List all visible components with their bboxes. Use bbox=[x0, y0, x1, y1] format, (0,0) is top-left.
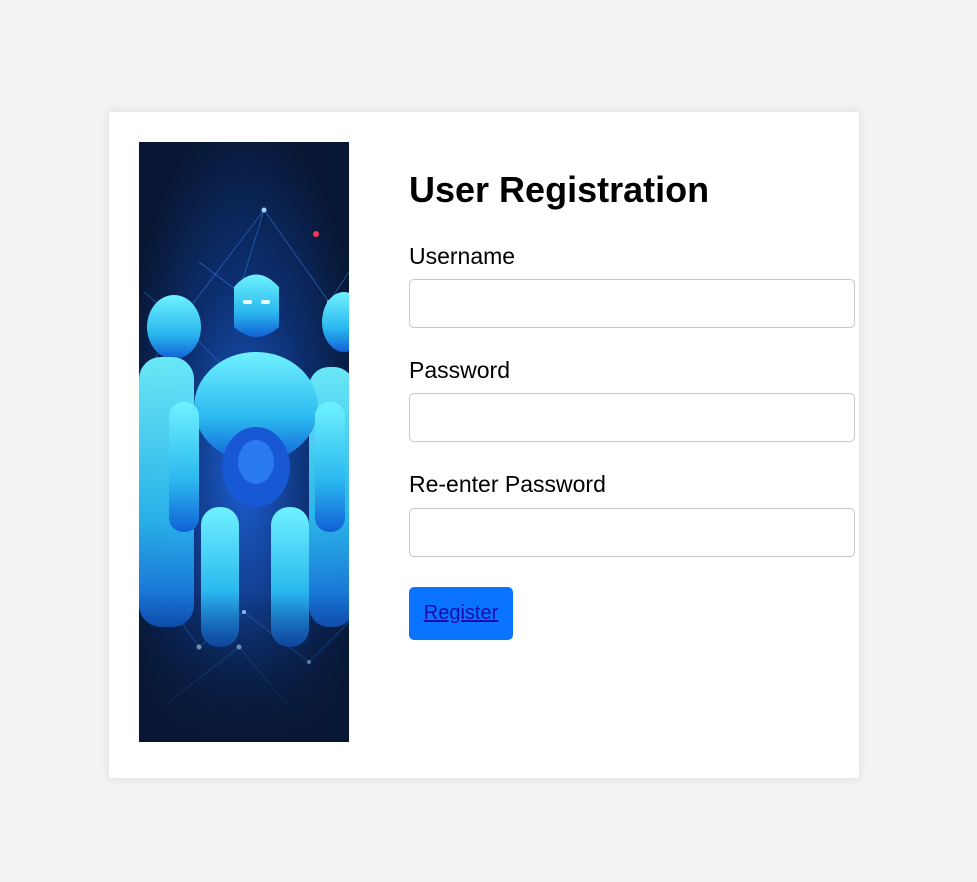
registration-card: User Registration Username Password Re-e… bbox=[109, 112, 859, 778]
hero-robots-image bbox=[139, 142, 349, 742]
page-title: User Registration bbox=[409, 169, 710, 210]
reenter-password-label: Re-enter Password bbox=[409, 471, 606, 497]
register-button[interactable]: Register bbox=[409, 587, 513, 640]
register-link[interactable]: Register bbox=[424, 602, 498, 625]
registration-form: User Registration Username Password Re-e… bbox=[409, 168, 855, 640]
username-label: Username bbox=[409, 243, 516, 269]
username-input[interactable] bbox=[409, 279, 855, 328]
reenter-password-input[interactable] bbox=[409, 508, 855, 557]
password-input[interactable] bbox=[409, 393, 855, 442]
password-label: Password bbox=[409, 357, 510, 383]
